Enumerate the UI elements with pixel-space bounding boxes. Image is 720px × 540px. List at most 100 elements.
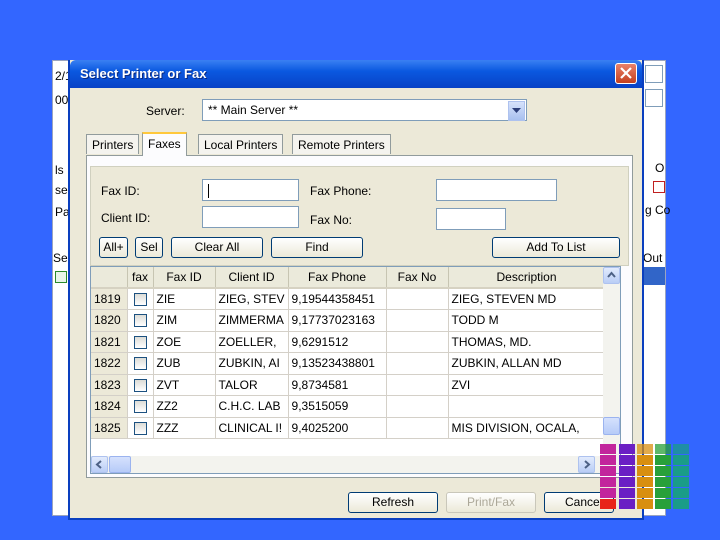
cell-client-id: ZIEG, STEV — [215, 288, 289, 310]
bg-fragment: Out — [643, 251, 663, 265]
color-swatch — [655, 488, 671, 498]
column-header[interactable]: Description — [448, 267, 606, 289]
fax-id-input[interactable] — [202, 179, 299, 201]
title-bar[interactable]: Select Printer or Fax — [70, 60, 642, 88]
bg-field[interactable] — [645, 65, 663, 83]
fax-checkbox[interactable] — [133, 400, 147, 414]
table-row[interactable]: 1821 ZOE ZOELLER, 9,6291512 THOMAS, MD. — [91, 331, 606, 353]
color-swatch — [600, 477, 616, 487]
color-swatch — [673, 477, 689, 487]
bg-fragment: g Co — [645, 203, 671, 217]
fax-checkbox[interactable] — [133, 335, 147, 349]
fax-checkbox-cell[interactable] — [127, 417, 154, 439]
fax-no-label: Fax No: — [310, 213, 353, 227]
bg-fragment: 00 — [55, 93, 69, 107]
cell-fax-phone: 9,17737023163 — [288, 309, 387, 332]
scroll-right-button[interactable] — [578, 456, 595, 473]
server-label: Server: — [146, 104, 185, 118]
client-id-label: Client ID: — [101, 211, 151, 225]
fax-checkbox-cell[interactable] — [127, 395, 154, 418]
server-select[interactable]: ** Main Server ** — [202, 99, 527, 121]
color-swatch — [655, 499, 671, 509]
table-body: 1819 ZIE ZIEG, STEV 9,19544358451 ZIEG, STEV… — [91, 288, 606, 439]
color-swatch — [673, 466, 689, 476]
cell-fax-phone: 9,19544358451 — [288, 288, 387, 310]
bg-fragment: O — [655, 161, 665, 175]
server-dropdown-button[interactable] — [508, 101, 525, 121]
tab-remote-printers[interactable]: Remote Printers — [292, 134, 391, 154]
column-header[interactable]: fax — [127, 267, 154, 289]
tab-printers[interactable]: Printers — [86, 134, 140, 154]
tab-local-printers[interactable]: Local Printers — [198, 134, 284, 154]
table-row[interactable]: 1824 ZZ2 C.H.C. LAB 9,3515059 — [91, 395, 606, 418]
table-row[interactable]: 1823 ZVT TALOR 9,8734581 ZVI — [91, 374, 606, 396]
color-swatch — [673, 444, 689, 454]
table-row[interactable]: 1820 ZIM ZIMMERMA 9,17737023163 TODD M — [91, 309, 606, 332]
fax-checkbox-cell[interactable] — [127, 331, 154, 353]
column-header[interactable]: Fax ID — [153, 267, 216, 289]
horizontal-scrollbar[interactable] — [91, 456, 620, 473]
bg-field[interactable] — [645, 89, 663, 107]
fax-grid[interactable]: fax Fax ID Client ID Fax Phone Fax No De… — [90, 266, 621, 474]
bg-checkbox[interactable] — [55, 271, 67, 283]
horizontal-scroll-thumb[interactable] — [109, 456, 131, 473]
table-row[interactable]: 1822 ZUB ZUBKIN, AI 9,13523438801 ZUBKIN, AL… — [91, 352, 606, 375]
sel-button[interactable]: Sel — [135, 237, 163, 258]
cell-fax-no — [386, 417, 449, 439]
refresh-button[interactable]: Refresh — [348, 492, 438, 513]
color-swatch — [619, 444, 635, 454]
find-button[interactable]: Find — [271, 237, 363, 258]
color-swatch — [673, 499, 689, 509]
scroll-up-button[interactable] — [603, 267, 620, 284]
row-number: 1825 — [91, 417, 128, 439]
all-plus-button[interactable]: All+ — [99, 237, 128, 258]
fax-checkbox[interactable] — [133, 421, 147, 435]
column-header[interactable]: Fax Phone — [288, 267, 387, 289]
color-swatch — [619, 466, 635, 476]
fax-checkbox[interactable] — [133, 378, 147, 392]
clear-all-button[interactable]: Clear All — [171, 237, 263, 258]
select-printer-dialog: Select Printer or Fax Server: ** Main Se… — [68, 60, 644, 520]
close-button[interactable] — [615, 63, 637, 84]
table-row[interactable]: 1819 ZIE ZIEG, STEV 9,19544358451 ZIEG, STEV… — [91, 288, 606, 310]
color-swatch — [637, 466, 653, 476]
print-fax-button[interactable]: Print/Fax — [446, 492, 536, 513]
fax-checkbox-cell[interactable] — [127, 352, 154, 375]
color-swatch — [600, 488, 616, 498]
color-swatch-grid — [600, 444, 690, 510]
client-id-input[interactable] — [202, 206, 299, 228]
vertical-scroll-thumb[interactable] — [603, 417, 620, 435]
scroll-left-button[interactable] — [91, 456, 108, 473]
fax-phone-input[interactable] — [436, 179, 557, 201]
color-swatch — [619, 455, 635, 465]
fax-checkbox[interactable] — [133, 293, 147, 307]
fax-checkbox[interactable] — [133, 314, 147, 328]
arrow-right-icon — [584, 460, 591, 469]
arrow-up-icon — [607, 271, 616, 278]
fax-checkbox-cell[interactable] — [127, 288, 154, 310]
cell-description: MIS DIVISION, OCALA, — [448, 417, 606, 439]
bg-checkbox[interactable] — [653, 181, 665, 193]
fax-checkbox[interactable] — [133, 357, 147, 371]
color-swatch — [655, 444, 671, 454]
vertical-scrollbar[interactable] — [603, 267, 620, 457]
column-header[interactable]: Client ID — [215, 267, 289, 289]
column-header[interactable] — [91, 267, 128, 289]
filter-group: Fax ID: Fax Phone: Client ID: Fax No: Al… — [90, 166, 629, 266]
row-number: 1823 — [91, 374, 128, 396]
fax-no-input[interactable] — [436, 208, 506, 230]
color-swatch — [619, 488, 635, 498]
cell-fax-id: ZUB — [153, 352, 216, 375]
fax-checkbox-cell[interactable] — [127, 374, 154, 396]
cell-fax-no — [386, 288, 449, 310]
table-row[interactable]: 1825 ZZZ CLINICAL I! 9,4025200 MIS DIVISION,… — [91, 417, 606, 439]
arrow-left-icon — [95, 460, 102, 469]
tab-faxes[interactable]: Faxes — [142, 132, 187, 156]
cell-fax-id: ZIM — [153, 309, 216, 332]
row-number: 1822 — [91, 352, 128, 375]
fax-checkbox-cell[interactable] — [127, 309, 154, 332]
add-to-list-button[interactable]: Add To List — [492, 237, 620, 258]
cell-client-id: C.H.C. LAB — [215, 395, 289, 418]
color-swatch — [673, 488, 689, 498]
column-header[interactable]: Fax No — [386, 267, 449, 289]
